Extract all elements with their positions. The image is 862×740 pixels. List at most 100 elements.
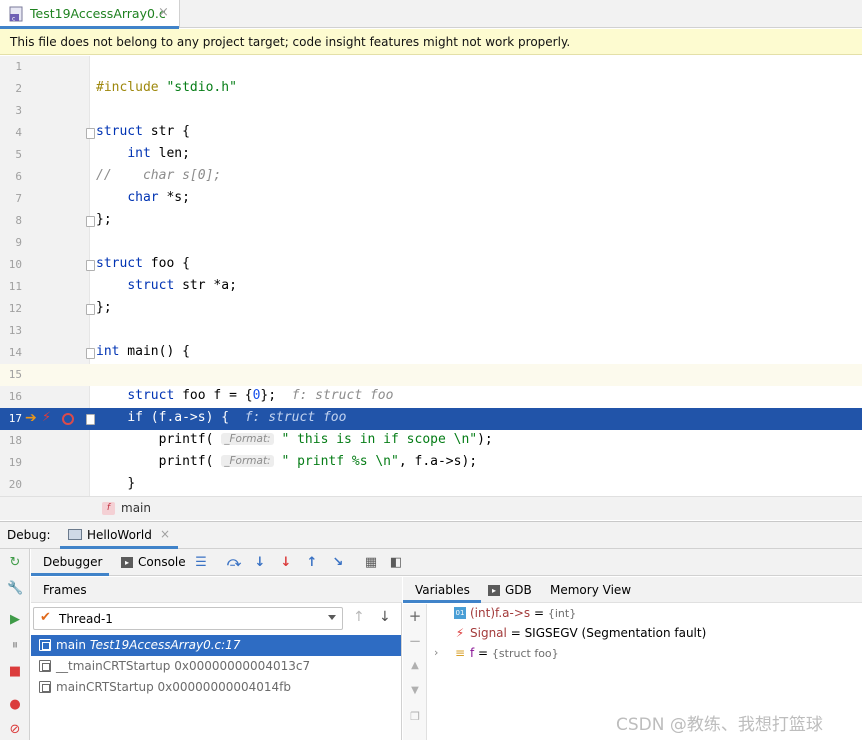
frame-row[interactable]: main Test19AccessArray0.c:17 — [31, 635, 401, 656]
code-line[interactable]: 14 int main() { — [0, 342, 862, 364]
lightning-icon: ⚡ — [455, 626, 465, 640]
step-over-icon[interactable]: ⤼ — [226, 555, 242, 571]
frame-row[interactable]: mainCRTStartup 0x00000000004014fb — [31, 677, 401, 698]
stop-icon[interactable]: ■ — [7, 664, 23, 680]
variable-row-watch[interactable]: 01 (int)f.a->s = {int} — [428, 604, 862, 624]
line-number: 4 — [15, 126, 22, 139]
code-line[interactable]: 2 #include "stdio.h" — [0, 78, 862, 100]
code-line[interactable]: 7 char *s; — [0, 188, 862, 210]
code-line[interactable]: 12 }; — [0, 298, 862, 320]
breakpoint-icon[interactable] — [62, 413, 74, 425]
code-text: // char s[0]; — [96, 168, 222, 183]
fold-icon[interactable] — [86, 348, 95, 359]
next-frame-icon[interactable]: ↓ — [379, 609, 391, 625]
code-line-execution-point[interactable]: 17 ➔ ⚡ if (f.a->s) { f: struct foo — [0, 408, 862, 430]
variables-tabs: Variables ▸ GDB Memory View — [403, 577, 862, 603]
step-into-icon[interactable]: ↓ — [252, 555, 268, 571]
inline-value-hint: f: struct foo — [291, 388, 394, 403]
application-icon — [68, 529, 82, 540]
mute-breakpoints-icon[interactable]: ⊘ — [7, 722, 23, 738]
remove-watch-icon[interactable]: − — [408, 634, 422, 649]
code-line[interactable]: 11 struct str *a; — [0, 276, 862, 298]
resume-icon[interactable]: ▶ — [7, 612, 23, 628]
fold-icon[interactable] — [86, 216, 95, 227]
frame-icon — [39, 639, 51, 651]
variable-row-f[interactable]: › ≡ f = {struct foo} — [428, 644, 862, 664]
run-to-cursor-icon[interactable]: ↘ — [330, 555, 346, 571]
close-icon[interactable]: × — [160, 527, 170, 541]
code-line-current[interactable]: 15 — [0, 364, 862, 386]
step-out-icon[interactable]: ↑ — [304, 555, 320, 571]
add-watch-icon[interactable]: + — [408, 609, 422, 624]
fold-icon[interactable] — [86, 304, 95, 315]
code-line[interactable]: 4 struct str { — [0, 122, 862, 144]
chevron-right-icon[interactable]: › — [434, 646, 438, 659]
copy-icon[interactable]: ❐ — [408, 710, 422, 724]
variable-row-signal[interactable]: ⚡ Signal = SIGSEGV (Segmentation fault) — [428, 624, 862, 644]
line-number: 15 — [8, 368, 22, 381]
move-up-icon[interactable]: ▲ — [408, 659, 422, 673]
line-number: 12 — [8, 302, 22, 315]
line-number: 18 — [8, 434, 22, 447]
tab-console[interactable]: ▸ Console — [121, 549, 201, 576]
pause-icon[interactable]: ⏸ — [7, 638, 23, 654]
execution-point-arrow-icon: ➔ — [25, 410, 37, 426]
wrench-icon[interactable]: 🔧 — [7, 581, 23, 597]
code-text: printf( _Format: " this is in if scope \… — [158, 432, 493, 447]
editor-tab-test19accessarray0[interactable]: c Test19AccessArray0.c × — [0, 0, 180, 29]
code-line[interactable]: 6 // char s[0]; — [0, 166, 862, 188]
debug-tool-window-header: Debug: HelloWorld × — [0, 521, 862, 549]
layout-icon[interactable]: ◧ — [388, 555, 404, 571]
code-line[interactable]: 16 struct foo f = {0}; f: struct foo — [0, 386, 862, 408]
code-line[interactable]: 10 struct foo { — [0, 254, 862, 276]
evaluate-expression-icon[interactable]: ▦ — [363, 555, 379, 571]
code-text: struct str *a; — [127, 278, 237, 293]
code-text: if (f.a->s) { f: struct foo — [127, 410, 347, 425]
thread-dropdown[interactable]: ✔ Thread-1 — [33, 607, 343, 630]
rerun-icon[interactable]: ↻ — [7, 555, 23, 571]
code-editor[interactable]: 1 2 #include "stdio.h" 3 4 struct str { … — [0, 56, 862, 496]
code-line[interactable]: 19 printf( _Format: " printf %s \n", f.a… — [0, 452, 862, 474]
struct-icon: ≡ — [454, 646, 466, 660]
menu-icon[interactable]: ☰ — [193, 555, 209, 571]
frame-row[interactable]: __tmainCRTStartup 0x00000000004013c7 — [31, 656, 401, 677]
debugger-toolbar: Debugger ▸ Console ☰ ⤼ ↓ ↓ ↑ ↘ ▦ ◧ — [31, 549, 862, 576]
move-down-icon[interactable]: ▼ — [408, 684, 422, 698]
close-icon[interactable]: × — [158, 5, 169, 20]
view-breakpoints-icon[interactable]: ● — [7, 697, 23, 713]
fold-icon[interactable] — [86, 414, 95, 425]
force-step-into-icon[interactable]: ↓ — [278, 555, 294, 571]
debug-session-tab[interactable]: HelloWorld × — [60, 522, 178, 549]
code-line[interactable]: 13 — [0, 320, 862, 342]
code-line[interactable]: 18 printf( _Format: " this is in if scop… — [0, 430, 862, 452]
code-line[interactable]: 9 — [0, 232, 862, 254]
parameter-hint: _Format: — [221, 455, 274, 467]
code-line[interactable]: 3 — [0, 100, 862, 122]
previous-frame-icon[interactable]: ↑ — [353, 609, 365, 625]
fold-icon[interactable] — [86, 128, 95, 139]
frame-icon — [39, 681, 51, 693]
code-text: }; — [96, 300, 112, 315]
code-line[interactable]: 1 — [0, 56, 862, 78]
tab-gdb[interactable]: ▸ GDB — [488, 577, 543, 603]
fold-icon[interactable] — [86, 260, 95, 271]
tab-debugger[interactable]: Debugger — [31, 549, 109, 576]
frame-text: mainCRTStartup 0x00000000004014fb — [56, 680, 291, 694]
frame-text: main Test19AccessArray0.c:17 — [56, 638, 241, 652]
debug-title: Debug: — [7, 528, 51, 542]
code-text: int len; — [127, 146, 190, 161]
tab-variables[interactable]: Variables — [403, 577, 481, 603]
console-icon: ▸ — [121, 557, 133, 568]
breadcrumb: f main — [0, 496, 862, 520]
tab-debugger-label: Debugger — [43, 555, 103, 569]
tab-variables-label: Variables — [415, 583, 470, 597]
frames-title: Frames — [43, 583, 87, 597]
breadcrumb-function[interactable]: main — [121, 501, 151, 515]
active-tab-indicator — [31, 573, 109, 576]
session-label: HelloWorld — [87, 528, 152, 542]
code-line[interactable]: 20 } — [0, 474, 862, 496]
lightning-icon: ⚡ — [42, 410, 52, 425]
code-line[interactable]: 5 int len; — [0, 144, 862, 166]
tab-memory-view[interactable]: Memory View — [550, 577, 640, 603]
code-line[interactable]: 8 }; — [0, 210, 862, 232]
